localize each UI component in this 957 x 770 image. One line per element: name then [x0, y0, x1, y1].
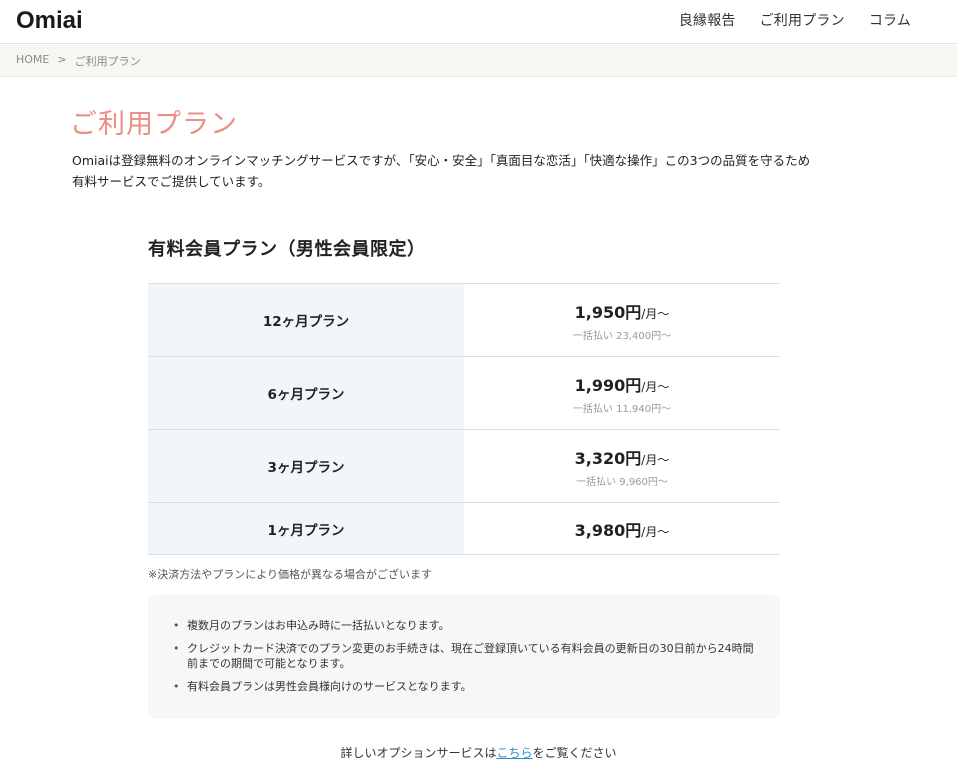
plan-row: 3ヶ月プラン 3,320円/月〜 一括払い 9,960円〜: [148, 430, 780, 503]
info-item-text: 複数月のプランはお申込み時に一括払いとなります。: [187, 619, 450, 632]
plan-price-cell: 1,990円/月〜 一括払い 11,940円〜: [464, 357, 780, 429]
info-item-text: クレジットカード決済でのプラン変更のお手続きは、現在ご登録頂いている有料会員の更…: [187, 642, 754, 670]
plan-name: 6ヶ月プラン: [148, 357, 464, 429]
price-line: 3,980円/月〜: [575, 517, 670, 541]
price-amount: 1,950円: [574, 302, 642, 322]
breadcrumb-home[interactable]: HOME: [16, 53, 49, 69]
nav-item-plans[interactable]: ご利用プラン: [760, 10, 845, 30]
breadcrumb: HOME > ご利用プラン: [16, 53, 141, 69]
plan-name: 12ヶ月プラン: [148, 284, 464, 356]
bullet-icon: •: [173, 680, 180, 693]
price-unit: /月〜: [641, 379, 670, 394]
price-amount: 3,320円: [574, 448, 642, 468]
nav-item-success-stories[interactable]: 良縁報告: [679, 10, 736, 30]
nav-item-column[interactable]: コラム: [869, 10, 911, 30]
bullet-icon: •: [173, 642, 180, 655]
plan-price-cell: 1,950円/月〜 一括払い 23,400円〜: [464, 284, 780, 356]
plan-name: 3ヶ月プラン: [148, 430, 464, 502]
info-item-text: 有料会員プランは男性会員様向けのサービスとなります。: [187, 680, 472, 693]
lump-sum-price: 一括払い 23,400円〜: [572, 330, 672, 342]
info-box: • 複数月のプランはお申込み時に一括払いとなります。 • クレジットカード決済でのプ…: [148, 595, 780, 719]
lump-sum-price: 一括払い 11,940円〜: [572, 403, 672, 415]
plan-price-cell: 3,320円/月〜 一括払い 9,960円〜: [464, 430, 780, 502]
price-unit: /月〜: [641, 452, 670, 467]
breadcrumb-separator: >: [57, 53, 67, 66]
option-service-prefix: 詳しいオプションサービスは: [340, 746, 497, 760]
plan-row: 1ヶ月プラン 3,980円/月〜: [148, 503, 780, 555]
svg-text:Omiai: Omiai: [16, 7, 83, 34]
plan-table: 12ヶ月プラン 1,950円/月〜 一括払い 23,400円〜 6ヶ月プラン 1…: [148, 283, 780, 555]
plans-title: 有料会員プラン（男性会員限定）: [148, 239, 426, 260]
option-service-suffix: をご覧ください: [532, 746, 617, 760]
price-amount: 1,990円: [574, 375, 642, 395]
info-list: • 複数月のプランはお申込み時に一括払いとなります。 • クレジットカード決済でのプ…: [172, 618, 762, 702]
price-note: ※決済方法やプランにより価格が異なる場合がございます: [148, 568, 432, 581]
plan-name: 1ヶ月プラン: [148, 503, 464, 554]
plan-row: 12ヶ月プラン 1,950円/月〜 一括払い 23,400円〜: [148, 284, 780, 357]
price-line: 3,320円/月〜: [575, 445, 670, 469]
breadcrumb-current: ご利用プラン: [74, 55, 141, 68]
intro-text: Omiaiは登録無料のオンラインマッチングサービスですが、「安心・安全」「真面目…: [72, 150, 872, 192]
intro-line-2: 有料サービスでご提供しています。: [72, 174, 271, 189]
site-header: Omiai 良縁報告 ご利用プラン コラム: [0, 0, 957, 44]
price-unit: /月〜: [641, 524, 670, 539]
price-line: 1,950円/月〜: [575, 299, 670, 323]
option-service-link[interactable]: こちら: [496, 746, 532, 760]
intro-line-1: Omiaiは登録無料のオンラインマッチングサービスですが、「安心・安全」「真面目…: [72, 153, 811, 168]
breadcrumb-bar: HOME > ご利用プラン: [0, 45, 957, 77]
lump-sum-price: 一括払い 9,960円〜: [576, 476, 668, 488]
plan-row: 6ヶ月プラン 1,990円/月〜 一括払い 11,940円〜: [148, 357, 780, 430]
page-title: ご利用プラン: [70, 109, 238, 140]
info-item: • クレジットカード決済でのプラン変更のお手続きは、現在ご登録頂いている有料会員の…: [172, 641, 762, 671]
price-amount: 3,980円: [574, 520, 642, 540]
price-line: 1,990円/月〜: [575, 372, 670, 396]
info-item: • 有料会員プランは男性会員様向けのサービスとなります。: [172, 679, 762, 694]
plan-price-cell: 3,980円/月〜: [464, 503, 780, 554]
omiai-logo-mark: Omiai: [16, 7, 83, 34]
bullet-icon: •: [173, 619, 180, 632]
option-service-text: 詳しいオプションサービスはこちらをご覧ください: [0, 744, 957, 761]
main-nav: 良縁報告 ご利用プラン コラム: [679, 10, 911, 30]
price-unit: /月〜: [641, 306, 670, 321]
info-item: • 複数月のプランはお申込み時に一括払いとなります。: [172, 618, 762, 633]
